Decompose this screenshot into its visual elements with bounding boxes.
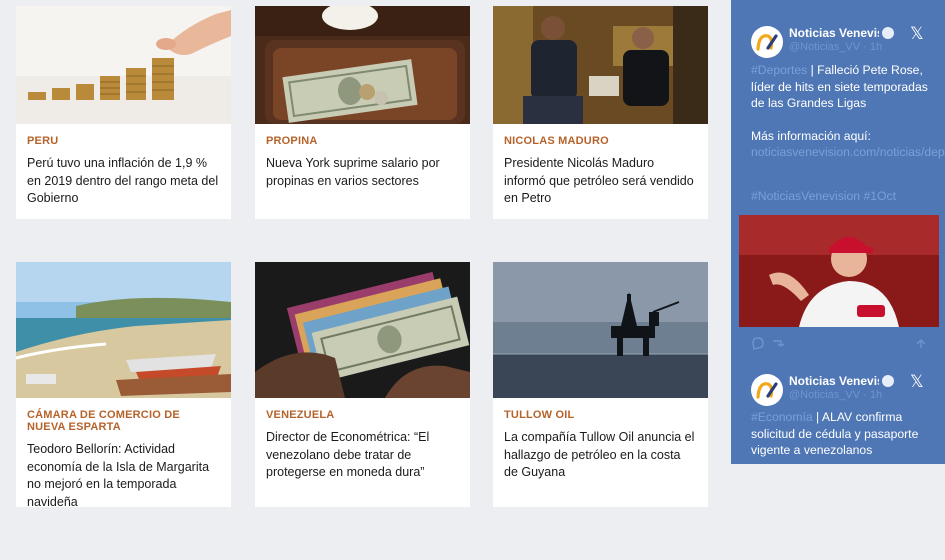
account-name[interactable]: Noticias Venevisi [789,26,879,40]
account-handle[interactable]: @Noticias_VV · 1h [789,389,882,401]
tweet-more-info: Más información aquí: [751,129,871,143]
news-card[interactable]: TULLOW OIL La compañía Tullow Oil anunci… [493,262,708,507]
news-card[interactable]: VENEZUELA Director de Econométrica: “El … [255,262,470,507]
news-category[interactable]: VENEZUELA [266,409,459,421]
tweet-link[interactable]: noticiasvenevision.com/noticias/depor… [751,144,945,161]
news-thumbnail-coins[interactable] [16,6,231,124]
news-category[interactable]: TULLOW OIL [504,409,697,421]
tweet-photo-baseball-player[interactable] [739,215,939,327]
news-headline[interactable]: La compañía Tullow Oil anuncia el hallaz… [504,429,697,482]
twitter-feed-widget[interactable]: Noticias Venevisi 𝕏 @Noticias_VV · 1h #D… [731,0,945,464]
news-card[interactable]: CÁMARA DE COMERCIO DE NUEVA ESPARTA Teod… [16,262,231,509]
tweet-hashtag[interactable]: #Economía [751,410,813,424]
news-thumbnail-tip-tray[interactable] [255,6,470,124]
verified-badge-icon [882,27,894,39]
news-headline[interactable]: Nueva York suprime salario por propinas … [266,155,459,190]
news-card[interactable]: PERU Perú tuvo una inflación de 1,9 % en… [16,6,231,219]
tweet-hashtag[interactable]: #Deportes [751,63,807,77]
news-thumbnail-interview[interactable] [493,6,708,124]
tweet-actions [751,336,935,350]
x-logo-icon[interactable]: 𝕏 [910,372,924,392]
news-headline[interactable]: Presidente Nicolás Maduro informó que pe… [504,155,697,208]
account-handle[interactable]: @Noticias_VV · 1h [789,41,882,53]
news-thumbnail-oil-rig[interactable] [493,262,708,398]
news-headline[interactable]: Teodoro Bellorín: Actividad economía de … [27,441,220,511]
news-headline[interactable]: Director de Econométrica: “El venezolano… [266,429,459,482]
tweet-text: #Deportes | Falleció Pete Rose, líder de… [751,62,935,112]
news-category[interactable]: PROPINA [266,135,459,147]
account-name[interactable]: Noticias Venevisi [789,374,879,388]
news-thumbnail-beach[interactable] [16,262,231,398]
news-category[interactable]: NICOLAS MADURO [504,135,697,147]
news-category[interactable]: PERU [27,135,220,147]
tweet-tags[interactable]: #NoticiasVenevision #1Oct [751,188,935,205]
account-avatar[interactable] [751,374,783,406]
tweet-header: Noticias Venevisi 𝕏 @Noticias_VV · 1h [751,372,931,410]
x-logo-icon[interactable]: 𝕏 [910,24,924,44]
verified-badge-icon [882,375,894,387]
tweet-header: Noticias Venevisi 𝕏 @Noticias_VV · 1h [751,24,931,62]
news-thumbnail-banknotes[interactable] [255,262,470,398]
news-card[interactable]: PROPINA Nueva York suprime salario por p… [255,6,470,219]
news-headline[interactable]: Perú tuvo una inflación de 1,9 % en 2019… [27,155,220,208]
tweet-text: #Economía | ALAV confirma solicitud de c… [751,409,935,459]
news-category[interactable]: CÁMARA DE COMERCIO DE NUEVA ESPARTA [27,409,220,433]
account-avatar[interactable] [751,26,783,58]
news-card[interactable]: NICOLAS MADURO Presidente Nicolás Maduro… [493,6,708,219]
